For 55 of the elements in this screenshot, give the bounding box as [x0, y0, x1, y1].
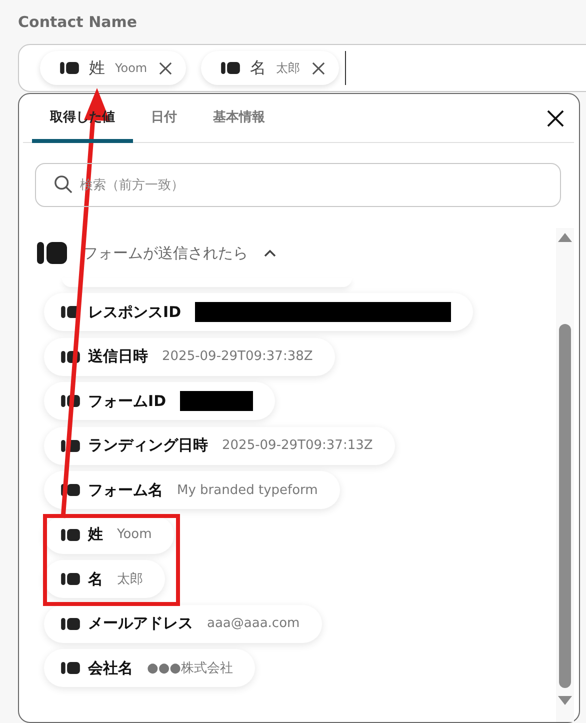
option-value: ●●●株式会社 — [147, 660, 234, 677]
app-logo-icon — [61, 528, 80, 540]
close-icon[interactable] — [547, 110, 564, 126]
chip-label: 姓 — [89, 58, 105, 78]
app-logo-icon — [61, 440, 80, 452]
field-option[interactable]: フォーム名 My branded typeform — [44, 471, 340, 509]
option-label: 会社名 — [88, 658, 133, 678]
option-value: 2025-09-29T09:37:38Z — [162, 349, 313, 364]
text-caret — [345, 51, 346, 85]
scroll-up-icon[interactable] — [558, 232, 572, 242]
option-label: フォームID — [88, 392, 166, 410]
app-logo-icon — [61, 484, 80, 496]
app-logo-icon — [61, 573, 80, 585]
option-value: 2025-09-29T09:37:13Z — [222, 438, 373, 453]
app-logo-icon — [37, 242, 67, 264]
app-logo-icon — [61, 618, 80, 630]
tab[interactable]: 基本情報 — [195, 94, 283, 143]
group-title: フォームが送信されたら — [83, 244, 248, 262]
field-option[interactable]: 姓 Yoom — [44, 516, 174, 554]
field-option[interactable]: メールアドレス aaa@aaa.com — [44, 604, 322, 642]
scroll-thumb[interactable] — [559, 324, 571, 688]
field-option[interactable]: 送信日時 2025-09-29T09:37:38Z — [44, 338, 335, 376]
scrollbar[interactable] — [556, 228, 574, 722]
option-label: 姓 — [88, 525, 103, 544]
option-label: レスポンスID — [88, 302, 182, 322]
option-value: Yoom — [117, 527, 152, 542]
app-logo-icon — [61, 395, 80, 407]
field-option[interactable]: 会社名 ●●●株式会社 — [44, 649, 256, 687]
chip-value: 太郎 — [276, 60, 300, 76]
app-logo-icon — [61, 662, 80, 674]
app-logo-icon — [61, 350, 80, 362]
remove-icon[interactable] — [312, 62, 326, 74]
field-option[interactable]: ランディング日時 2025-09-29T09:37:13Z — [44, 426, 395, 464]
chip-label: 名 — [250, 58, 266, 78]
option-value: aaa@aaa.com — [207, 616, 300, 631]
option-label: メールアドレス — [88, 614, 193, 633]
tag-input-field[interactable]: 姓 Yoom 名 太郎 — [18, 44, 586, 92]
field-option[interactable]: フォームID — [44, 382, 276, 420]
app-logo-icon — [221, 62, 240, 74]
option-value: 太郎 — [117, 571, 143, 588]
field-option[interactable]: 名 太郎 — [44, 560, 165, 598]
scroll-down-icon[interactable] — [558, 696, 572, 706]
option-label: 送信日時 — [88, 347, 148, 366]
app-logo-icon — [60, 62, 79, 74]
field-label: Contact Name — [18, 12, 138, 32]
chip-value: Yoom — [115, 61, 148, 75]
option-value: My branded typeform — [177, 482, 318, 498]
option-label: ランディング日時 — [88, 436, 208, 455]
option-label: フォーム名 — [88, 480, 163, 500]
option-label: 名 — [88, 570, 103, 588]
tab[interactable]: 日付 — [133, 94, 195, 143]
field-option[interactable]: レスポンスID — [44, 293, 474, 331]
search-icon — [54, 175, 73, 194]
remove-icon[interactable] — [159, 62, 172, 74]
chevron-icon[interactable] — [264, 249, 276, 257]
